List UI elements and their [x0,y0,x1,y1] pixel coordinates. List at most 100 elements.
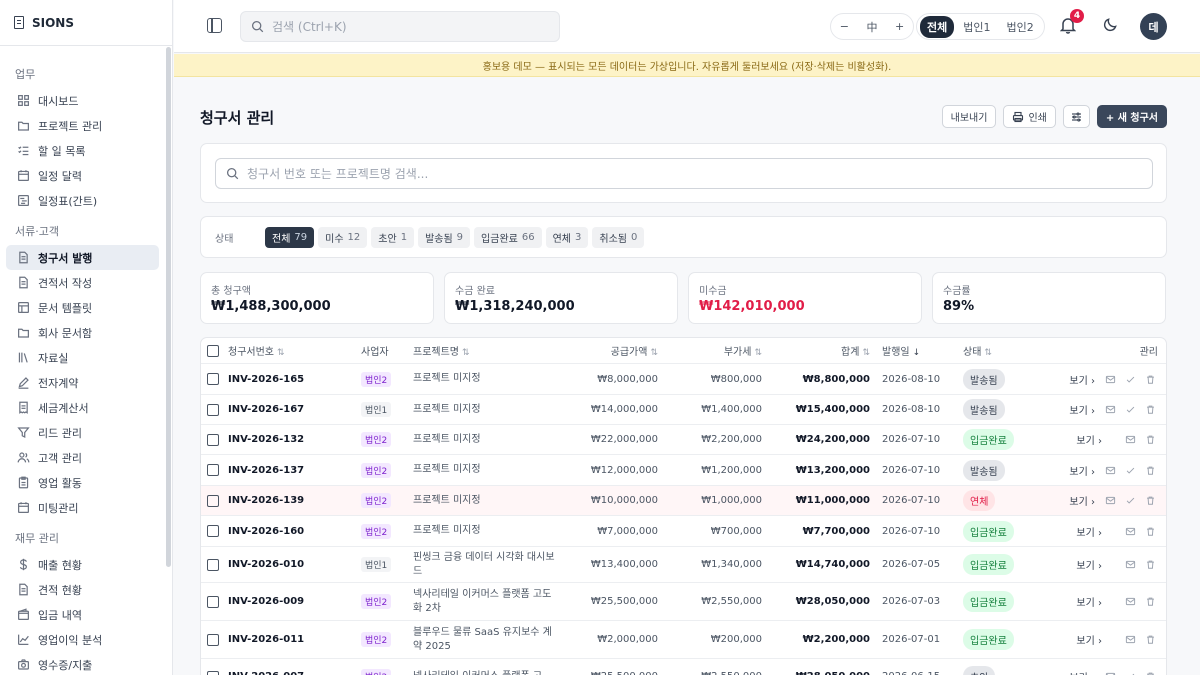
trash-icon[interactable] [1145,596,1156,607]
check-icon[interactable] [1125,465,1136,476]
sidebar-item[interactable]: 매출 현황 [6,552,159,577]
sidebar-item[interactable]: 자료실 [6,345,159,370]
invoice-search-input[interactable] [247,166,1047,181]
row-checkbox[interactable] [207,595,219,608]
sidebar-item[interactable]: 세금계산서 [6,395,159,420]
sidebar-item[interactable]: 전자계약 [6,370,159,395]
row-checkbox[interactable] [207,464,219,476]
brand[interactable]: SIONS [0,0,172,46]
table-row[interactable]: INV-2026-165 법인2 프로젝트 미지정 ₩8,000,000 ₩800,00… [201,364,1166,395]
row-checkbox[interactable] [207,433,219,446]
table-row[interactable]: INV-2026-009 법인2 넥사리테일 이커머스 플랫폼 고도화 2차 ₩25,… [201,583,1166,621]
export-button[interactable]: 내보내기 [941,105,997,128]
corp-2[interactable]: 법인2 [1000,16,1041,38]
filter-chip[interactable]: 미수 12 [318,226,368,248]
corp-all[interactable]: 전체 [920,15,955,38]
sidebar-item[interactable]: 영업 활동 [6,470,159,495]
global-search[interactable] [240,11,560,42]
sidebar-item[interactable]: 청구서 발행 [6,245,159,270]
mail-icon[interactable] [1125,596,1136,607]
view-link[interactable]: 보기 › [1076,557,1102,572]
sidebar-toggle-icon[interactable] [207,18,222,33]
row-checkbox[interactable] [207,633,219,646]
row-checkbox[interactable] [207,558,219,571]
trash-icon[interactable] [1145,374,1156,385]
filter-chip[interactable]: 입금완료 66 [474,226,542,248]
mail-icon[interactable] [1105,404,1116,415]
view-link[interactable]: 보기 › [1069,372,1095,387]
check-icon[interactable] [1125,495,1136,506]
view-link[interactable]: 보기 › [1069,493,1095,508]
filter-chip[interactable]: 초안 1 [371,226,415,248]
check-icon[interactable] [1125,374,1136,385]
sidebar-item[interactable]: 미팅관리 [6,495,159,520]
zoom-out-button[interactable]: − [840,20,849,33]
trash-icon[interactable] [1145,434,1156,445]
print-button[interactable]: 인쇄 [1003,105,1056,128]
invoice-search[interactable] [215,158,1153,189]
sidebar-scrollbar[interactable] [166,47,171,567]
view-link[interactable]: 보기 › [1076,632,1102,647]
trash-icon[interactable] [1145,495,1156,506]
row-checkbox[interactable] [207,525,219,537]
mail-icon[interactable] [1105,495,1116,506]
trash-icon[interactable] [1145,404,1156,415]
header-supply[interactable]: 공급가액 ⇅ [611,343,658,358]
sidebar-item[interactable]: 고객 관리 [6,445,159,470]
global-search-input[interactable] [272,19,532,34]
sidebar-item[interactable]: 회사 문서함 [6,320,159,345]
table-row[interactable]: INV-2026-139 법인2 프로젝트 미지정 ₩10,000,000 ₩1,000… [201,486,1166,516]
trash-icon[interactable] [1145,671,1156,675]
table-row[interactable]: INV-2026-010 법인1 핀씽크 금융 데이터 시각화 대시보드 ₩13,40… [201,547,1166,583]
header-invoice-no[interactable]: 청구서번호 ⇅ [228,343,285,358]
trash-icon[interactable] [1145,559,1156,570]
header-total[interactable]: 합계 ⇅ [841,343,870,358]
sidebar-item[interactable]: 대시보드 [6,88,159,113]
mail-icon[interactable] [1105,465,1116,476]
view-link[interactable]: 보기 › [1076,432,1102,447]
sidebar-item[interactable]: 리드 관리 [6,420,159,445]
corp-1[interactable]: 법인1 [956,16,997,38]
zoom-in-button[interactable]: + [895,20,904,33]
moon-icon[interactable] [1103,17,1118,32]
view-link[interactable]: 보기 › [1069,463,1095,478]
table-row[interactable]: INV-2026-011 법인2 블루우드 물류 SaaS 유지보수 계약 2025… [201,621,1166,659]
table-row[interactable]: INV-2026-007 법인2 넥사리테일 이커머스 플랫폼 고 ₩25,500,0… [201,659,1166,675]
view-link[interactable]: 보기 › [1076,594,1102,609]
select-all-checkbox[interactable] [207,344,219,357]
sidebar-item[interactable]: 프로젝트 관리 [6,113,159,138]
trash-icon[interactable] [1145,634,1156,645]
sidebar-item[interactable]: 문서 템플릿 [6,295,159,320]
sidebar-item[interactable]: 할 일 목록 [6,138,159,163]
avatar[interactable]: 데 [1140,13,1167,40]
table-row[interactable]: INV-2026-137 법인2 프로젝트 미지정 ₩12,000,000 ₩1,200… [201,455,1166,486]
mail-icon[interactable] [1125,559,1136,570]
sidebar-item[interactable]: 일정 달력 [6,163,159,188]
trash-icon[interactable] [1145,465,1156,476]
table-row[interactable]: INV-2026-132 법인2 프로젝트 미지정 ₩22,000,000 ₩2,200… [201,425,1166,455]
sidebar-item[interactable]: 영수증/지출 [6,652,159,675]
filter-chip[interactable]: 연체 3 [545,226,589,248]
trash-icon[interactable] [1145,526,1156,537]
new-invoice-button[interactable]: + 새 청구서 [1096,105,1167,128]
row-checkbox[interactable] [207,670,219,675]
row-checkbox[interactable] [207,373,219,385]
header-status[interactable]: 상태 ⇅ [963,343,992,358]
row-checkbox[interactable] [207,403,219,416]
sidebar-item[interactable]: 영업이익 분석 [6,627,159,652]
sidebar-item[interactable]: 견적서 작성 [6,270,159,295]
header-project[interactable]: 프로젝트명 ⇅ [413,343,470,358]
sidebar-item[interactable]: 견적 현황 [6,577,159,602]
row-checkbox[interactable] [207,494,219,507]
mail-icon[interactable] [1125,526,1136,537]
table-row[interactable]: INV-2026-167 법인1 프로젝트 미지정 ₩14,000,000 ₩1,400… [201,395,1166,425]
filter-chip[interactable]: 취소됨 0 [592,226,645,248]
check-icon[interactable] [1125,404,1136,415]
sidebar-item[interactable]: 입금 내역 [6,602,159,627]
check-icon[interactable] [1125,671,1136,675]
filter-chip[interactable]: 전체 79 [265,226,315,248]
view-link[interactable]: 보기 › [1076,524,1102,539]
view-link[interactable]: 보기 › [1069,402,1095,417]
sidebar-item[interactable]: 일정표(간트) [6,188,159,213]
table-row[interactable]: INV-2026-160 법인2 프로젝트 미지정 ₩7,000,000 ₩700,00… [201,516,1166,547]
